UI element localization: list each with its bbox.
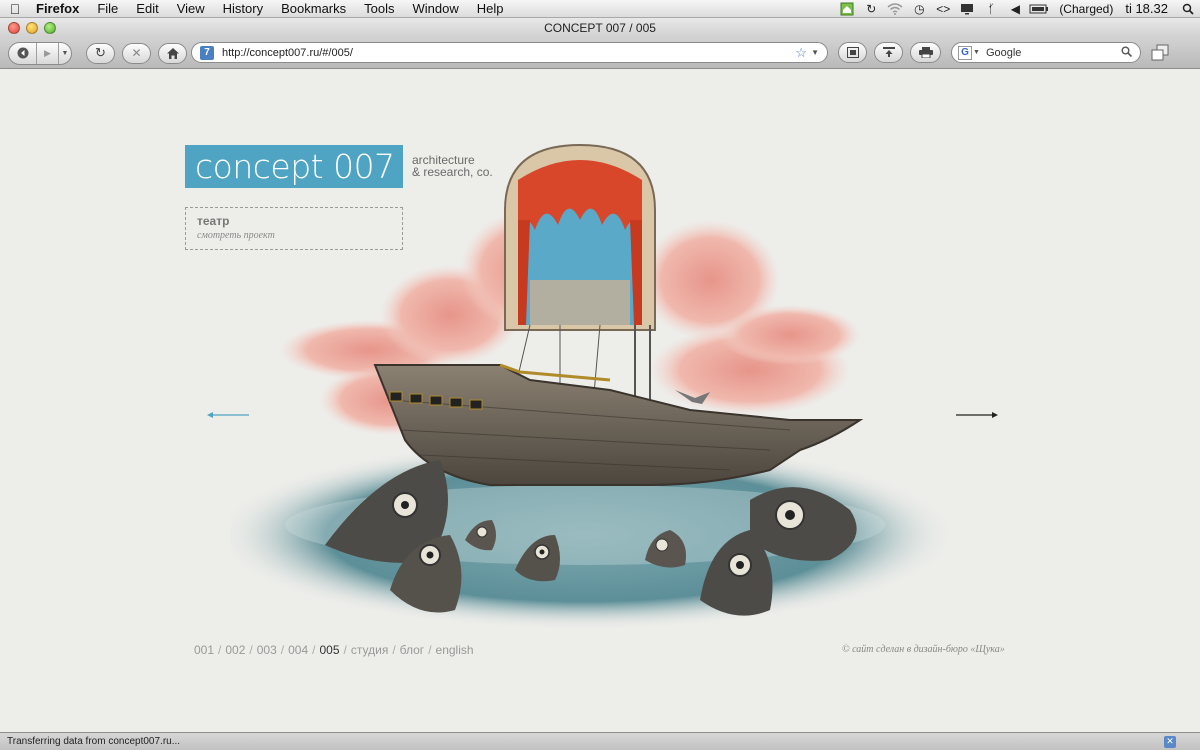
browser-statusbar: Transferring data from concept007.ru... … — [0, 732, 1200, 750]
history-dropdown-icon[interactable]: ▼ — [59, 43, 71, 64]
browser-toolbar: ▶ ▼ ↻ ✕ 7 http://concept007.ru/#/005/ ☆ … — [0, 38, 1200, 69]
menu-history[interactable]: History — [214, 0, 272, 18]
home-icon — [166, 47, 179, 59]
window-title: CONCEPT 007 / 005 — [544, 21, 656, 35]
menu-help[interactable]: Help — [468, 0, 513, 18]
nav-link-001[interactable]: 001 — [194, 643, 214, 657]
nav-separator: / — [280, 643, 285, 657]
web-page: concept 007 architecture & research, co.… — [0, 70, 1200, 732]
bookmark-star-icon[interactable]: ☆ — [795, 45, 809, 61]
window-titlebar: CONCEPT 007 / 005 — [0, 18, 1200, 38]
menu-edit[interactable]: Edit — [127, 0, 167, 18]
nav-separator: / — [392, 643, 396, 657]
next-arrow-icon[interactable] — [955, 410, 999, 420]
porthole — [469, 399, 483, 410]
bluetooth-icon[interactable]: ᚶ — [979, 0, 1003, 18]
nav-separator: / — [312, 643, 316, 657]
site-tagline: architecture & research, co. — [412, 154, 493, 178]
nav-separator: / — [249, 643, 253, 657]
wifi-icon[interactable] — [883, 0, 907, 18]
status-close-icon[interactable]: ✕ — [1164, 735, 1176, 748]
search-input[interactable]: Google — [986, 47, 1021, 59]
site-favicon-icon: 7 — [200, 45, 214, 60]
search-icon[interactable] — [1121, 46, 1140, 60]
project-title: театр — [197, 214, 230, 228]
time-machine-icon[interactable]: ◷ — [907, 0, 931, 18]
menu-file[interactable]: File — [88, 0, 127, 18]
porthole — [449, 397, 463, 408]
stage-scenery — [530, 280, 630, 325]
nav-link-003[interactable]: 003 — [257, 643, 277, 657]
menu-app-firefox[interactable]: Firefox — [30, 0, 88, 18]
search-engine-dropdown-icon[interactable]: ▼ — [973, 49, 980, 56]
battery-icon[interactable] — [1027, 0, 1051, 18]
url-text[interactable]: http://concept007.ru/#/005/ — [222, 47, 353, 59]
menu-bookmarks[interactable]: Bookmarks — [272, 0, 355, 18]
url-bar[interactable]: 7 http://concept007.ru/#/005/ ☆ ▼ — [191, 42, 828, 63]
view-project-link[interactable]: смотреть проект — [197, 230, 402, 241]
print-button[interactable] — [910, 42, 941, 63]
theatre-curtain — [518, 160, 642, 230]
download-button[interactable] — [874, 42, 903, 63]
porthole — [409, 393, 423, 404]
nav-link-studio[interactable]: студия — [351, 643, 388, 657]
project-info-box[interactable]: театр смотреть проект — [185, 207, 403, 250]
menu-tools[interactable]: Tools — [355, 0, 403, 18]
status-text: Transferring data from concept007.ru... — [7, 736, 181, 747]
porthole — [389, 391, 403, 402]
mac-menubar:  Firefox File Edit View History Bookmar… — [0, 0, 1200, 18]
nav-separator: / — [428, 643, 432, 657]
screenshot-button[interactable] — [838, 42, 867, 63]
apple-menu-icon[interactable]:  — [0, 1, 30, 17]
code-brackets-icon[interactable]: <> — [931, 0, 955, 18]
sync-icon[interactable]: ↻ — [859, 0, 883, 18]
new-window-icon[interactable] — [1150, 44, 1170, 67]
printer-icon — [918, 47, 933, 58]
site-logo[interactable]: concept 007 — [185, 145, 403, 188]
tagline-line-2: & research, co. — [412, 165, 493, 179]
window-zoom-button[interactable] — [44, 22, 56, 34]
stop-button[interactable]: ✕ — [122, 42, 151, 64]
google-engine-icon[interactable]: G — [958, 45, 972, 60]
menu-view[interactable]: View — [168, 0, 214, 18]
search-bar[interactable]: G ▼ Google — [951, 42, 1141, 63]
nav-separator: / — [343, 643, 347, 657]
footer-navigation: 001 / 002 / 003 / 004 / 005 / студия / б… — [194, 643, 474, 657]
spotlight-search-icon[interactable] — [1176, 0, 1200, 18]
nav-link-005-active[interactable]: 005 — [320, 643, 340, 657]
menubar-clock[interactable]: ti 18.32 — [1121, 1, 1176, 16]
menu-window[interactable]: Window — [404, 0, 468, 18]
window-minimize-button[interactable] — [26, 22, 38, 34]
site-credit[interactable]: © сайт сделан в дизайн-бюро «Щука» — [842, 644, 1005, 655]
battery-status-text: (Charged) — [1059, 1, 1114, 16]
nav-link-002[interactable]: 002 — [225, 643, 245, 657]
reload-button[interactable]: ↻ — [86, 42, 115, 64]
menubar-status-area: ↻ ◷ <> ᚶ ◀ (Charged) ti 18.32 — [835, 0, 1200, 18]
stop-icon: ✕ — [131, 46, 142, 60]
reload-icon: ↻ — [95, 45, 106, 60]
back-button[interactable] — [9, 42, 37, 64]
window-close-button[interactable] — [8, 22, 20, 34]
previous-arrow-icon[interactable] — [206, 410, 250, 420]
back-forward-group: ▶ ▼ — [8, 41, 72, 65]
window-controls — [8, 22, 56, 34]
home-button[interactable] — [158, 42, 187, 64]
nav-link-004[interactable]: 004 — [288, 643, 308, 657]
volume-icon[interactable]: ◀ — [1003, 0, 1027, 18]
nav-link-blog[interactable]: блог — [400, 643, 425, 657]
home-status-icon[interactable] — [835, 0, 859, 18]
download-icon — [882, 47, 895, 57]
display-icon[interactable] — [955, 0, 979, 18]
nav-link-english[interactable]: english — [436, 643, 474, 657]
frame-icon — [846, 47, 859, 58]
cloud-shape — [720, 305, 860, 365]
nav-separator: / — [218, 643, 222, 657]
porthole — [429, 395, 443, 406]
forward-button[interactable]: ▶ — [37, 42, 59, 64]
url-dropdown-icon[interactable]: ▼ — [809, 48, 827, 57]
